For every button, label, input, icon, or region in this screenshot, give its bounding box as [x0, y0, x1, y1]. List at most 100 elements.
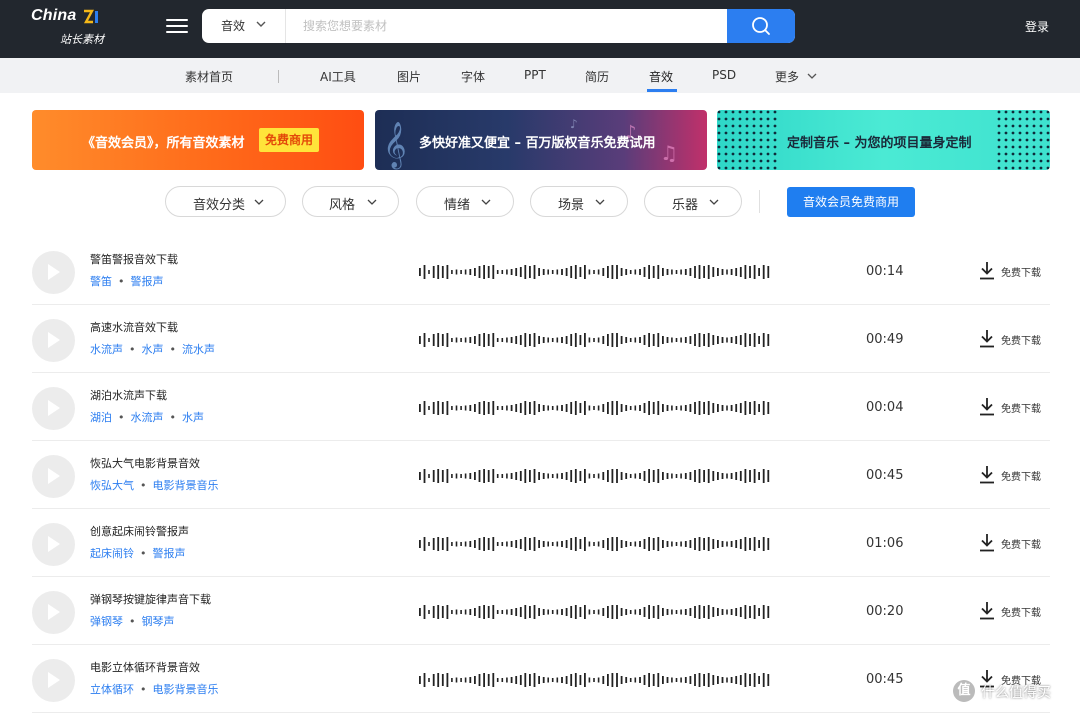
nav-item-resume[interactable]: 简历 [585, 68, 609, 85]
sound-tag[interactable]: 恢弘大气 [90, 479, 134, 492]
sound-tags: 水流声 • 水声 • 流水声 [90, 341, 215, 357]
play-button[interactable] [32, 251, 75, 294]
sound-tag[interactable]: 警报声 [131, 275, 164, 288]
sound-tag[interactable]: 湖泊 [90, 411, 112, 424]
play-button[interactable] [32, 319, 75, 362]
sound-tag[interactable]: 水声 [142, 343, 164, 356]
nav-divider [278, 70, 279, 83]
waveform[interactable] [418, 603, 773, 621]
sound-tag[interactable]: 电影背景音乐 [153, 479, 219, 492]
search-bar: 音效 [202, 9, 795, 43]
logo-text: China [31, 7, 77, 24]
login-link[interactable]: 登录 [1025, 18, 1049, 35]
play-button[interactable] [32, 659, 75, 702]
play-button[interactable] [32, 455, 75, 498]
sound-tag[interactable]: 水流声 [90, 343, 123, 356]
sound-row: 创意起床闹铃警报声 起床闹铃 • 警报声 01:06 免费下载 [32, 509, 1050, 577]
sound-tag[interactable]: 立体循环 [90, 683, 134, 696]
sound-tag[interactable]: 电影背景音乐 [153, 683, 219, 696]
svg-text:𝄞: 𝄞 [383, 122, 407, 170]
waveform[interactable] [418, 399, 773, 417]
tag-separator: • [129, 343, 136, 356]
banner-custom-music[interactable]: 定制音乐 – 为您的项目量身定制 [717, 110, 1050, 170]
sound-title[interactable]: 警笛警报音效下载 [90, 251, 178, 267]
nav-item-more[interactable]: 更多 [775, 68, 817, 85]
sound-duration: 01:06 [866, 536, 904, 551]
chevron-down-icon [481, 199, 491, 205]
banner-music-trial[interactable]: 𝄞 ♪ ♫ ♪ 多快好准又便宜 – 百万版权音乐免费试用 [375, 110, 707, 170]
sound-row: 电影立体循环背景音效 立体循环 • 电影背景音乐 00:45 免费下载 [32, 645, 1050, 713]
download-label: 免费下载 [1001, 540, 1041, 551]
site-logo[interactable]: China 站长素材 [31, 7, 111, 47]
tag-separator: • [118, 275, 125, 288]
play-button[interactable] [32, 387, 75, 430]
sound-duration: 00:04 [866, 400, 904, 415]
sound-tag[interactable]: 钢琴声 [142, 615, 175, 628]
filter-scene[interactable]: 场景 [530, 186, 628, 217]
waveform[interactable] [418, 331, 773, 349]
sound-title[interactable]: 电影立体循环背景音效 [90, 659, 200, 675]
sound-tags: 湖泊 • 水流声 • 水声 [90, 409, 204, 425]
sound-title[interactable]: 创意起床闹铃警报声 [90, 523, 189, 539]
nav-item-psd[interactable]: PSD [712, 68, 736, 82]
sound-title[interactable]: 高速水流音效下载 [90, 319, 178, 335]
tag-separator: • [118, 411, 125, 424]
filter-category[interactable]: 音效分类 [165, 186, 286, 217]
sound-title[interactable]: 弹钢琴按键旋律声音下载 [90, 591, 211, 607]
download-icon [980, 534, 994, 552]
sound-tag[interactable]: 流水声 [182, 343, 215, 356]
search-category-select[interactable]: 音效 [202, 9, 286, 43]
waveform[interactable] [418, 535, 773, 553]
hamburger-icon[interactable] [165, 15, 189, 37]
sound-tags: 立体循环 • 电影背景音乐 [90, 681, 219, 697]
download-icon [980, 602, 994, 620]
filter-label: 场景 [558, 198, 585, 213]
nav-item-ppt[interactable]: PPT [524, 68, 546, 82]
banner-text: 多快好准又便宜 – 百万版权音乐免费试用 [419, 136, 656, 151]
filter-label: 音效分类 [193, 198, 246, 213]
sound-title[interactable]: 湖泊水流声下载 [90, 387, 167, 403]
play-button[interactable] [32, 591, 75, 634]
sound-tag[interactable]: 水流声 [131, 411, 164, 424]
nav-item-ai-tools[interactable]: AI工具 [320, 68, 356, 85]
logo-subtitle: 站长素材 [60, 33, 104, 46]
sound-tag[interactable]: 水声 [182, 411, 204, 424]
download-icon [980, 262, 994, 280]
svg-text:♫: ♫ [660, 141, 678, 165]
sound-tag[interactable]: 起床闹铃 [90, 547, 134, 560]
play-button[interactable] [32, 523, 75, 566]
nav-item-sound-effects[interactable]: 音效 [649, 68, 673, 85]
search-button[interactable] [727, 9, 795, 43]
filter-label: 乐器 [672, 198, 699, 213]
nav-item-fonts[interactable]: 字体 [461, 68, 485, 85]
chevron-down-icon [254, 199, 264, 205]
play-icon [48, 672, 60, 688]
sound-row: 恢弘大气电影背景音效 恢弘大气 • 电影背景音乐 00:45 免费下载 [32, 441, 1050, 509]
nav-more-label: 更多 [775, 70, 800, 84]
filter-mood[interactable]: 情绪 [416, 186, 514, 217]
chevron-down-icon [807, 73, 817, 79]
nav-item-images[interactable]: 图片 [397, 68, 421, 85]
waveform[interactable] [418, 671, 773, 689]
vip-free-commercial-button[interactable]: 音效会员免费商用 [787, 187, 915, 217]
tag-separator: • [129, 615, 136, 628]
filter-label: 情绪 [444, 198, 471, 213]
filter-style[interactable]: 风格 [302, 186, 399, 217]
nav-item-home[interactable]: 素材首页 [185, 68, 233, 85]
sound-title[interactable]: 恢弘大气电影背景音效 [90, 455, 200, 471]
search-input[interactable] [294, 9, 724, 43]
sound-duration: 00:14 [866, 264, 904, 279]
waveform[interactable] [418, 467, 773, 485]
filter-instrument[interactable]: 乐器 [644, 186, 742, 217]
watermark-text: 什么值得买 [981, 685, 1051, 701]
banner-sound-membership[interactable]: 《音效会员》，所有音效素材 免费商用 [32, 110, 364, 170]
sound-tag[interactable]: 警笛 [90, 275, 112, 288]
sound-row: 弹钢琴按键旋律声音下载 弹钢琴 • 钢琴声 00:20 免费下载 [32, 577, 1050, 645]
sound-tags: 起床闹铃 • 警报声 [90, 545, 186, 561]
sound-tag[interactable]: 警报声 [153, 547, 186, 560]
watermark-icon: 值 [953, 680, 975, 702]
download-icon [980, 466, 994, 484]
sound-tags: 恢弘大气 • 电影背景音乐 [90, 477, 219, 493]
sound-tag[interactable]: 弹钢琴 [90, 615, 123, 628]
waveform[interactable] [418, 263, 773, 281]
